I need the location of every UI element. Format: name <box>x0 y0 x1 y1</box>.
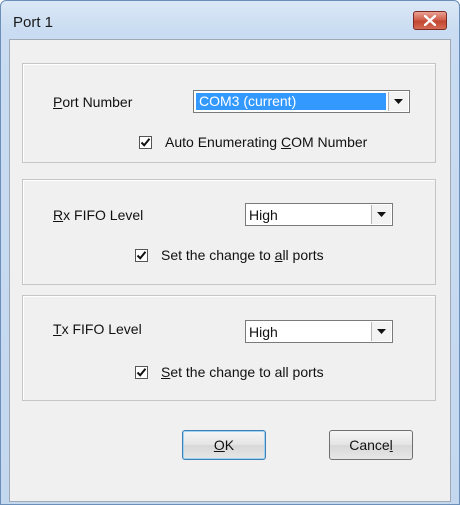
port-number-value: COM3 (current) <box>196 93 386 110</box>
rx-fifo-group: Rx FIFO Level High Set the change to all… <box>22 179 436 285</box>
rx-apply-all-label[interactable]: Set the change to all ports <box>161 247 324 263</box>
rx-fifo-label: Rx FIFO Level <box>53 207 144 223</box>
port-group: Port Number COM3 (current) Auto Enumerat… <box>22 63 436 163</box>
window-title: Port 1 <box>13 14 54 31</box>
dialog-window: Port 1 Port Number COM3 (current) Auto E… <box>0 0 460 505</box>
title-bar[interactable]: Port 1 <box>1 1 459 35</box>
checkmark-icon <box>136 368 147 377</box>
tx-fifo-label: Tx FIFO Level <box>53 321 142 337</box>
rx-fifo-value: High <box>249 207 278 223</box>
port-number-label: Port Number <box>53 94 133 110</box>
cancel-button[interactable]: Cancel <box>329 430 413 460</box>
chevron-down-icon[interactable] <box>371 322 391 341</box>
checkmark-icon <box>140 138 151 147</box>
tx-apply-all-checkbox[interactable] <box>135 366 148 379</box>
chevron-down-icon[interactable] <box>388 92 408 111</box>
chevron-down-icon[interactable] <box>371 205 391 224</box>
tx-apply-all-label[interactable]: Set the change to all ports <box>161 364 324 380</box>
auto-enumerate-label[interactable]: Auto Enumerating COM Number <box>165 134 367 150</box>
ok-button[interactable]: OK <box>182 430 266 460</box>
ok-button-label: OK <box>213 437 235 453</box>
dialog-client-area: Port Number COM3 (current) Auto Enumerat… <box>9 39 451 502</box>
tx-fifo-group: Tx FIFO Level High Set the change to all… <box>22 295 436 401</box>
tx-fifo-value: High <box>249 324 278 340</box>
cancel-button-label: Cancel <box>349 437 393 453</box>
close-button[interactable] <box>413 11 447 30</box>
checkmark-icon <box>136 251 147 260</box>
tx-fifo-select[interactable]: High <box>245 320 393 343</box>
rx-apply-all-checkbox[interactable] <box>135 249 148 262</box>
port-number-select[interactable]: COM3 (current) <box>193 90 410 113</box>
close-icon <box>414 12 446 29</box>
auto-enumerate-checkbox[interactable] <box>139 136 152 149</box>
rx-fifo-select[interactable]: High <box>245 203 393 226</box>
